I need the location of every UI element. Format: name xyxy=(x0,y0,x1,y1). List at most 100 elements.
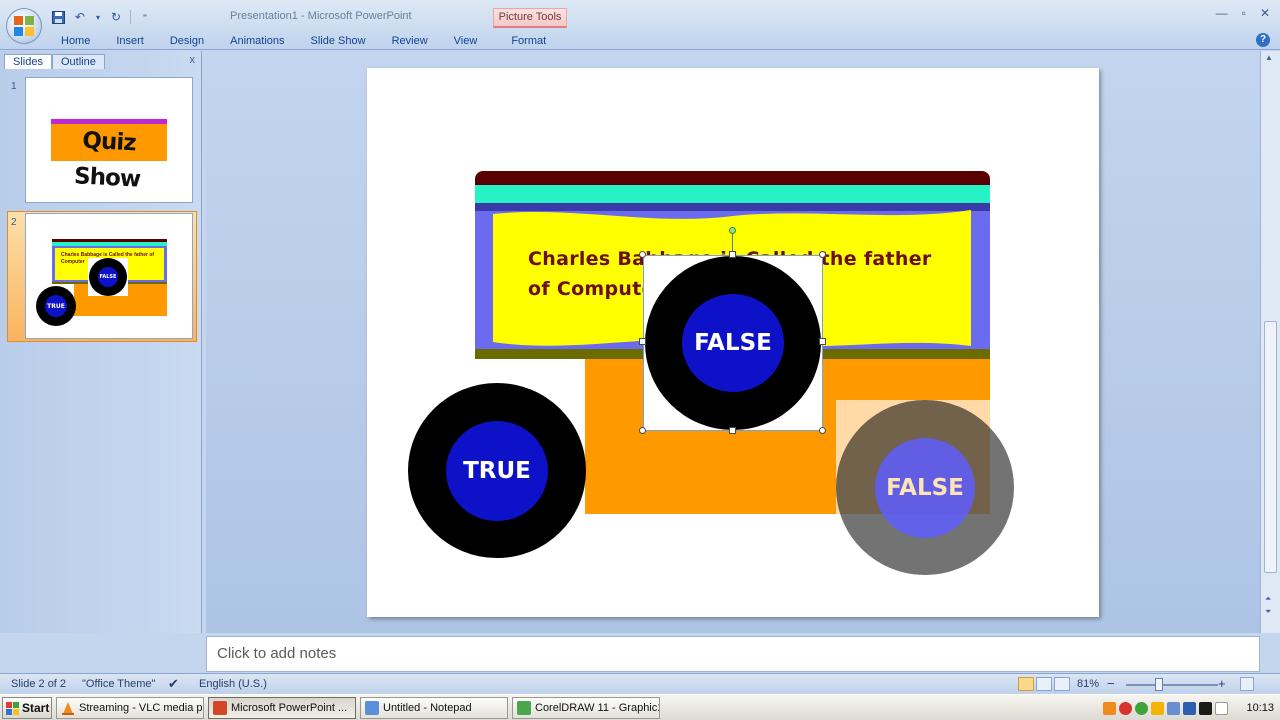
start-label: Start xyxy=(22,701,50,715)
false-answer-faded[interactable]: FALSE xyxy=(836,400,1014,575)
restore-icon[interactable]: ▫ xyxy=(1242,6,1246,20)
true-answer-button[interactable]: TRUE xyxy=(408,383,586,558)
slides-pane: Slides Outline x 1 Quiz Show 2 Charles B… xyxy=(0,51,202,633)
tab-design[interactable]: Design xyxy=(157,34,217,50)
taskbar-item-vlc[interactable]: Streaming - VLC media pl... xyxy=(56,697,204,719)
resize-handle-top-right[interactable] xyxy=(819,251,826,258)
resize-handle-bottom-left[interactable] xyxy=(639,427,646,434)
slide-number-2: 2 xyxy=(11,217,17,228)
slide-sorter-view-button[interactable] xyxy=(1036,677,1052,691)
system-tray: 10:13 xyxy=(1103,697,1278,719)
slide-canvas[interactable]: Charles Babbage is Called the father of … xyxy=(367,68,1099,617)
resize-handle-right[interactable] xyxy=(819,338,826,345)
zoom-slider-knob[interactable] xyxy=(1155,678,1163,691)
slide-show-view-button[interactable] xyxy=(1054,677,1070,691)
resize-handle-top-left[interactable] xyxy=(639,251,646,258)
volume-tray-icon[interactable] xyxy=(1199,701,1212,715)
taskbar: Start Streaming - VLC media pl... Micros… xyxy=(0,694,1280,720)
language-indicator[interactable]: English (U.S.) xyxy=(199,678,267,690)
normal-view-button[interactable] xyxy=(1018,677,1034,691)
slide-thumbnail-2[interactable]: Charles Babbage is Called the father of … xyxy=(25,213,193,339)
network-tray-icon[interactable] xyxy=(1167,701,1180,715)
resize-handle-bottom[interactable] xyxy=(729,427,736,434)
roof-bar[interactable] xyxy=(475,171,990,185)
slide-counter: Slide 2 of 2 xyxy=(11,678,67,690)
vlc-tray-icon[interactable] xyxy=(1103,701,1116,715)
white-cutout xyxy=(475,359,585,383)
window-title: Presentation1 - Microsoft PowerPoint xyxy=(230,10,412,22)
vertical-scrollbar[interactable]: ▲ ⏶ ⏷ xyxy=(1260,51,1280,633)
zoom-out-button[interactable]: − xyxy=(1107,676,1115,691)
tab-view[interactable]: View xyxy=(441,34,491,50)
notepad-icon xyxy=(365,701,379,715)
save-icon[interactable] xyxy=(50,9,66,25)
notes-pane[interactable]: Click to add notes xyxy=(206,636,1260,672)
coreldraw-icon xyxy=(517,701,531,715)
start-button[interactable]: Start xyxy=(2,697,52,719)
office-logo-icon xyxy=(14,16,34,36)
fit-to-window-button[interactable] xyxy=(1240,677,1254,691)
vlc-cone-icon xyxy=(61,701,75,715)
undo-dropdown-icon[interactable]: ▾ xyxy=(94,9,102,25)
picture-tools-context-label: Picture Tools xyxy=(493,8,567,28)
tab-insert[interactable]: Insert xyxy=(103,34,157,50)
tab-outline[interactable]: Outline xyxy=(51,54,105,69)
undo-icon[interactable]: ↶ xyxy=(72,9,88,25)
tab-review[interactable]: Review xyxy=(379,34,441,50)
spell-check-icon[interactable]: ✔ xyxy=(168,676,179,692)
chrome-tray-icon[interactable] xyxy=(1135,701,1148,715)
slide-number-1: 1 xyxy=(11,81,17,92)
tab-format[interactable]: Format xyxy=(498,34,559,50)
taskbar-item-notepad[interactable]: Untitled - Notepad xyxy=(360,697,508,719)
notification-tray-icon[interactable] xyxy=(1215,701,1228,715)
tab-animations[interactable]: Animations xyxy=(217,34,297,50)
tab-home[interactable]: Home xyxy=(48,34,103,50)
customize-qat-icon[interactable]: ⁼ xyxy=(137,9,153,25)
taskbar-item-label: Streaming - VLC media pl... xyxy=(79,702,204,714)
tab-slides[interactable]: Slides xyxy=(4,54,52,69)
zoom-in-button[interactable]: + xyxy=(1218,676,1226,691)
clock[interactable]: 10:13 xyxy=(1246,702,1274,714)
taskbar-item-label: Microsoft PowerPoint ... xyxy=(231,702,348,714)
minimize-icon[interactable]: — xyxy=(1216,6,1228,20)
powerpoint-icon xyxy=(213,701,227,715)
previous-slide-icon[interactable]: ⏶ xyxy=(1265,594,1271,604)
pane-tabs: Slides Outline xyxy=(4,53,198,69)
quick-access-toolbar: ↶ ▾ ↻ ⁼ xyxy=(50,8,153,26)
notes-placeholder: Click to add notes xyxy=(217,645,337,662)
scroll-up-icon[interactable]: ▲ xyxy=(1265,53,1273,62)
taskbar-item-powerpoint[interactable]: Microsoft PowerPoint ... xyxy=(208,697,356,719)
app-tray-icon[interactable] xyxy=(1151,701,1164,715)
thumb-true-wheel: TRUE xyxy=(36,286,76,326)
title-bar: ↶ ▾ ↻ ⁼ Presentation1 - Microsoft PowerP… xyxy=(0,0,1280,50)
true-label: TRUE xyxy=(446,420,548,521)
resize-handle-left[interactable] xyxy=(639,338,646,345)
qat-separator xyxy=(130,10,131,24)
redo-icon[interactable]: ↻ xyxy=(108,9,124,25)
status-bar: Slide 2 of 2 "Office Theme" ✔ English (U… xyxy=(0,673,1280,694)
display-tray-icon[interactable] xyxy=(1183,701,1196,715)
zoom-slider-track[interactable] xyxy=(1126,684,1218,686)
office-button[interactable] xyxy=(6,8,42,44)
windows-logo-icon xyxy=(6,701,19,715)
slide-1-title: Quiz Show xyxy=(73,127,141,193)
help-icon[interactable]: ? xyxy=(1256,33,1270,47)
close-pane-icon[interactable]: x xyxy=(190,54,196,66)
rotation-handle[interactable] xyxy=(729,227,736,234)
ribbon-tabs: Home Insert Design Animations Slide Show… xyxy=(48,34,559,50)
scrollbar-thumb[interactable] xyxy=(1264,321,1277,573)
security-tray-icon[interactable] xyxy=(1119,701,1132,715)
taskbar-item-coreldraw[interactable]: CorelDRAW 11 - Graphic1 xyxy=(512,697,660,719)
tab-slide-show[interactable]: Slide Show xyxy=(298,34,379,50)
taskbar-item-label: Untitled - Notepad xyxy=(383,702,472,714)
next-slide-icon[interactable]: ⏷ xyxy=(1265,607,1271,617)
close-icon[interactable]: ✕ xyxy=(1260,6,1270,20)
resize-handle-top[interactable] xyxy=(729,251,736,258)
false-faded-label: FALSE xyxy=(875,437,975,538)
false-selected-label: FALSE xyxy=(682,294,784,392)
slide-thumbnail-1[interactable]: Quiz Show xyxy=(25,77,193,203)
teal-band[interactable] xyxy=(475,185,990,203)
resize-handle-bottom-right[interactable] xyxy=(819,427,826,434)
zoom-level[interactable]: 81% xyxy=(1077,678,1099,690)
false-answer-selected[interactable]: FALSE xyxy=(645,256,821,430)
